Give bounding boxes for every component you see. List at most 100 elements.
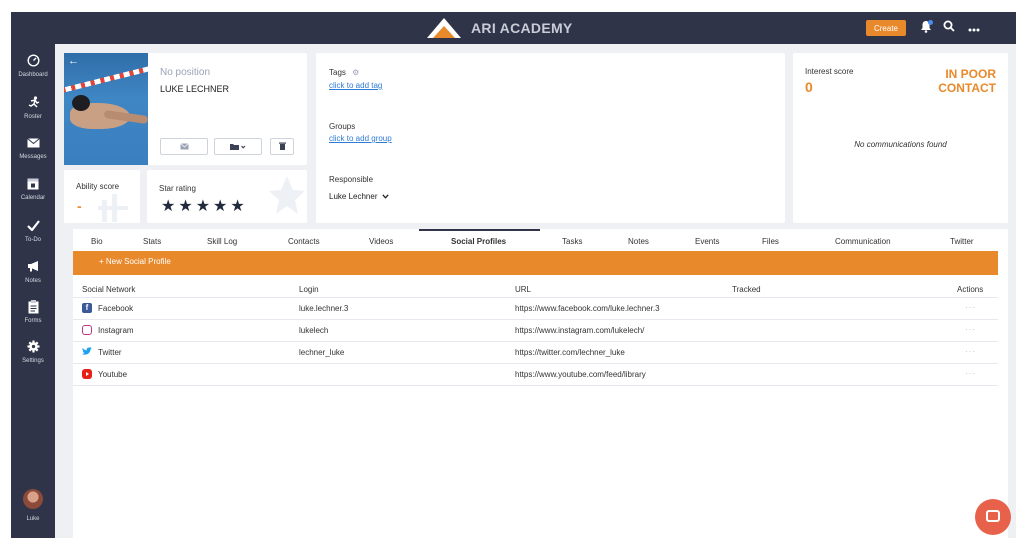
gear-icon[interactable]: ⚙: [352, 68, 359, 77]
sidebar-item-calendar[interactable]: Calendar: [11, 177, 55, 213]
tab-stats[interactable]: Stats: [143, 237, 161, 246]
details-card: Tags ⚙ click to add tag Groups click to …: [316, 53, 785, 223]
row-url[interactable]: https://www.facebook.com/luke.lechner.3: [515, 304, 660, 313]
star-icon[interactable]: ★: [161, 198, 175, 215]
top-bar: ARI ACADEMY Create: [11, 12, 1016, 44]
tab-tasks[interactable]: Tasks: [562, 237, 582, 246]
interest-score-label: Interest score: [805, 67, 854, 76]
column-header-url: URL: [515, 285, 532, 294]
back-arrow-icon[interactable]: ←: [68, 55, 79, 67]
sidebar-item-label: Settings: [22, 358, 44, 364]
ability-score-label: Ability score: [76, 182, 120, 191]
row-network: Instagram: [98, 326, 134, 335]
clipboard-icon: [11, 300, 55, 316]
sidebar-item-messages[interactable]: Messages: [11, 136, 55, 172]
table-row[interactable]: Twitter lechner_luke https://twitter.com…: [73, 342, 998, 364]
tab-social-profiles[interactable]: Social Profiles: [451, 237, 506, 246]
email-button[interactable]: [160, 138, 208, 155]
envelope-icon: [11, 136, 55, 152]
active-tab-indicator: [419, 229, 540, 231]
search-icon[interactable]: [941, 20, 957, 36]
row-url[interactable]: https://www.instagram.com/lukelech/: [515, 326, 644, 335]
decorative-star-icon: [269, 176, 305, 214]
chat-bubble-icon: [986, 510, 1000, 522]
new-social-profile-bar[interactable]: + New Social Profile: [73, 251, 998, 275]
responsible-value: Luke Lechner: [329, 192, 378, 201]
contact-status-line2: CONTACT: [938, 81, 996, 95]
sidebar-item-label: Roster: [24, 114, 42, 120]
star-icon[interactable]: ★: [230, 198, 244, 215]
tab-twitter[interactable]: Twitter: [950, 237, 974, 246]
tab-panel: Bio Stats Skill Log Contacts Videos Soci…: [73, 229, 1008, 538]
create-button[interactable]: Create: [866, 20, 906, 36]
tab-files[interactable]: Files: [762, 237, 779, 246]
tab-bio[interactable]: Bio: [91, 237, 103, 246]
app-frame: ARI ACADEMY Create Dashboard Roster Mess…: [11, 12, 1016, 538]
column-header-login: Login: [299, 285, 319, 294]
row-url[interactable]: https://www.youtube.com/feed/library: [515, 370, 646, 379]
ability-score-value: -: [77, 198, 82, 214]
contact-status-line1: IN POOR: [945, 67, 996, 81]
ari-logo-icon: [427, 18, 461, 38]
star-icon[interactable]: ★: [196, 198, 210, 215]
tab-events[interactable]: Events: [695, 237, 719, 246]
star-rating[interactable]: ★ ★ ★ ★ ★: [161, 196, 248, 216]
sidebar-item-forms[interactable]: Forms: [11, 300, 55, 336]
star-icon[interactable]: ★: [178, 198, 192, 215]
gauge-icon: [11, 54, 55, 70]
column-header-tracked: Tracked: [732, 285, 761, 294]
star-icon[interactable]: ★: [213, 198, 227, 215]
youtube-icon: [82, 369, 92, 379]
star-rating-card: Star rating ★ ★ ★ ★ ★: [147, 170, 307, 223]
table-row[interactable]: f Facebook luke.lechner.3 https://www.fa…: [73, 298, 998, 320]
athlete-name: LUKE LECHNER: [160, 84, 230, 94]
row-actions-icon[interactable]: ···: [965, 347, 976, 356]
more-menu-icon[interactable]: [966, 20, 982, 36]
ability-score-card: Ability score -: [64, 170, 140, 223]
row-url[interactable]: https://twitter.com/lechner_luke: [515, 348, 625, 357]
sidebar-item-notes[interactable]: Notes: [11, 260, 55, 296]
delete-button[interactable]: [270, 138, 294, 155]
sidebar-item-label: Forms: [24, 318, 42, 324]
tags-label: Tags: [329, 68, 346, 77]
add-tag-link[interactable]: click to add tag: [329, 81, 382, 90]
app-title: ARI ACADEMY: [471, 20, 573, 36]
row-actions-icon[interactable]: ···: [965, 369, 976, 378]
tab-notes[interactable]: Notes: [628, 237, 649, 246]
new-social-profile-button[interactable]: + New Social Profile: [99, 257, 171, 266]
column-header-actions: Actions: [957, 285, 984, 294]
add-group-link[interactable]: click to add group: [329, 134, 392, 143]
tags-heading: Tags ⚙: [329, 68, 359, 77]
facebook-icon: f: [82, 303, 92, 313]
table-row[interactable]: Instagram lukelech https://www.instagram…: [73, 320, 998, 342]
table-row[interactable]: Youtube https://www.youtube.com/feed/lib…: [73, 364, 998, 386]
tab-contacts[interactable]: Contacts: [288, 237, 320, 246]
sidebar-item-dashboard[interactable]: Dashboard: [11, 54, 55, 90]
avatar[interactable]: [23, 489, 43, 509]
responsible-label: Responsible: [329, 175, 374, 184]
brand[interactable]: ARI ACADEMY: [427, 17, 573, 39]
responsible-select[interactable]: Luke Lechner: [329, 192, 389, 201]
sidebar-item-label: Calendar: [20, 195, 46, 201]
tab-skill-log[interactable]: Skill Log: [207, 237, 237, 246]
folder-dropdown-button[interactable]: [214, 138, 262, 155]
chat-launcher-button[interactable]: [975, 499, 1011, 535]
calendar-icon: [11, 177, 55, 193]
decorative-chart-icon: [98, 194, 128, 222]
runner-icon: [11, 96, 55, 112]
row-network: Facebook: [98, 304, 134, 313]
row-actions-icon[interactable]: ···: [965, 303, 976, 312]
twitter-bird-icon: [82, 347, 92, 357]
sidebar-item-roster[interactable]: Roster: [11, 96, 55, 132]
check-icon: [11, 219, 55, 235]
interest-score-card: Interest score 0 IN POOR CONTACT No comm…: [793, 53, 1008, 223]
envelope-icon: [179, 143, 189, 152]
sidebar-item-todo[interactable]: To-Do: [11, 219, 55, 255]
notification-dot: [928, 20, 933, 25]
tab-videos[interactable]: Videos: [369, 237, 393, 246]
bell-icon[interactable]: [918, 20, 934, 36]
row-actions-icon[interactable]: ···: [965, 325, 976, 334]
athlete-photo[interactable]: ←: [64, 53, 148, 165]
tab-communication[interactable]: Communication: [835, 237, 891, 246]
sidebar-item-settings[interactable]: Settings: [11, 340, 55, 376]
